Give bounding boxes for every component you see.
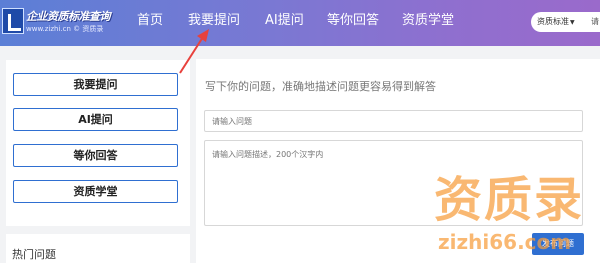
watermark-url: zizhi66.com: [438, 230, 572, 254]
sidebar-qualification-school-button[interactable]: 资质学堂: [13, 180, 178, 203]
nav-ask-question[interactable]: 我要提问: [188, 0, 240, 46]
nav-wait-answer[interactable]: 等你回答: [327, 0, 379, 46]
watermark-logo: 资质录: [434, 172, 585, 228]
logo-title: 企业资质标准查询: [26, 10, 111, 23]
nav-ai-question[interactable]: AI提问: [265, 0, 304, 46]
hot-questions-title: 热门问题: [12, 248, 56, 261]
logo-mark-icon: [2, 8, 24, 34]
nav-qualification-school[interactable]: 资质学堂: [402, 0, 454, 46]
sidebar-wait-answer-button[interactable]: 等你回答: [13, 144, 178, 167]
search-input[interactable]: 请: [591, 12, 600, 32]
site-logo[interactable]: 企业资质标准查询 www.zizhi.cn © 资质录: [2, 6, 111, 38]
chevron-down-icon: ▼: [570, 19, 575, 26]
sidebar-ask-question-button[interactable]: 我要提问: [13, 73, 178, 96]
form-hint: 写下你的问题，准确地描述问题更容易得到解答: [205, 80, 436, 93]
sidebar-ai-question-button[interactable]: AI提问: [13, 108, 178, 131]
logo-subtitle: www.zizhi.cn © 资质录: [26, 25, 104, 33]
select-value: 资质标准: [537, 17, 569, 26]
question-title-input[interactable]: [204, 110, 583, 132]
qualification-select[interactable]: 资质标准▼: [531, 12, 591, 32]
nav-home[interactable]: 首页: [137, 0, 163, 46]
top-header: 企业资质标准查询 www.zizhi.cn © 资质录 首页 我要提问 AI提问…: [0, 0, 600, 46]
